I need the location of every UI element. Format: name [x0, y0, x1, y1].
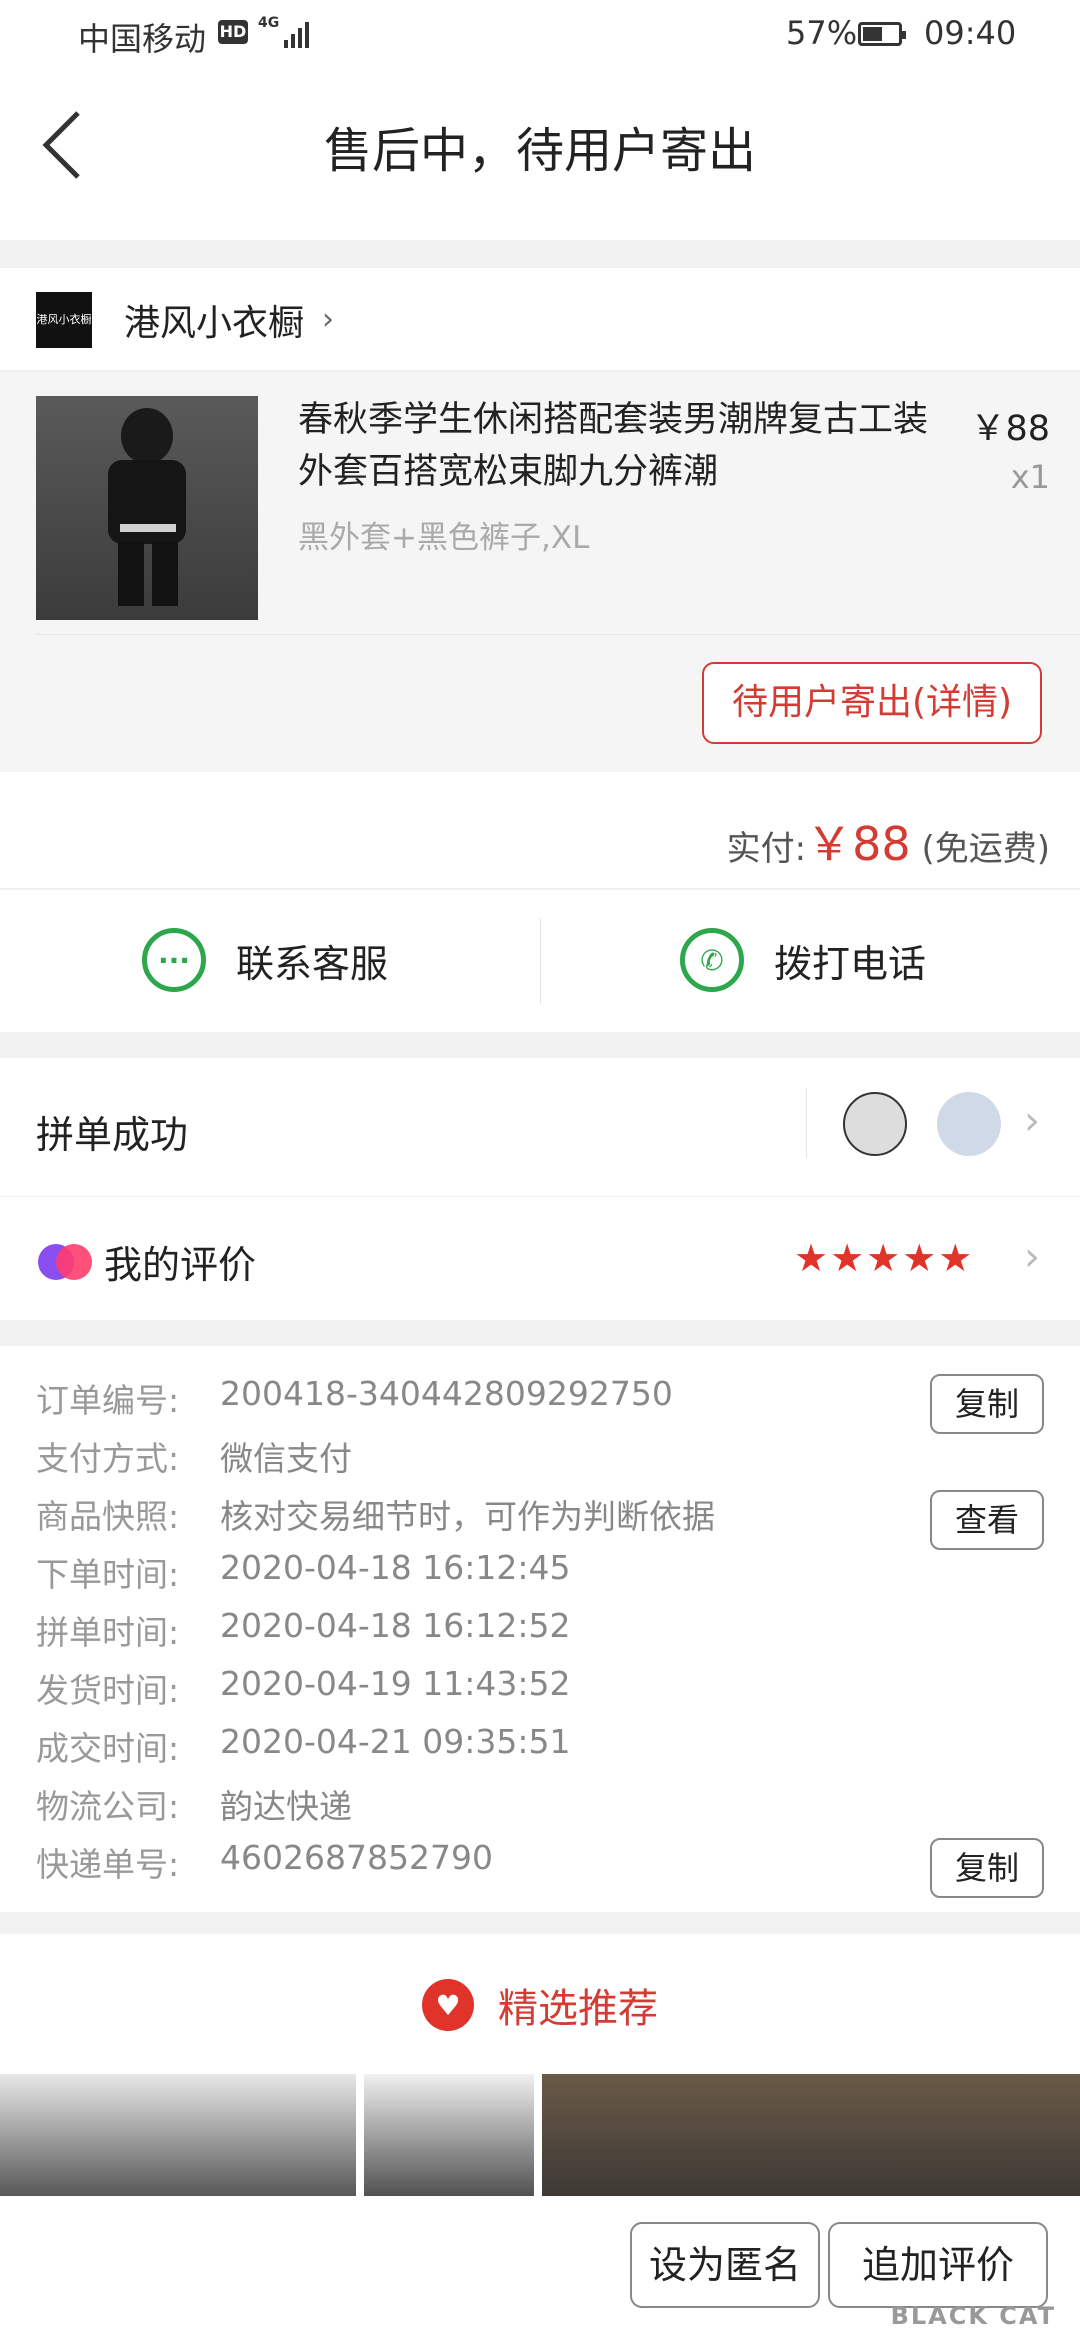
bottom-action-bar: 设为匿名 追加评价 BLACK CAT: [0, 2196, 1080, 2340]
info-value: 核对交易细节时，可作为判断依据: [220, 1497, 715, 1536]
divider: [0, 1196, 1080, 1197]
heart-icon: ♥: [422, 1979, 474, 2031]
product-price: ￥88: [970, 409, 1050, 449]
logistics-company-row: 物流公司: 韵达快递: [36, 1780, 352, 1828]
chevron-right-icon[interactable]: ›: [1024, 1098, 1040, 1144]
info-key: 发货时间:: [36, 1671, 180, 1710]
info-key: 下单时间:: [36, 1555, 180, 1594]
info-key: 支付方式:: [36, 1439, 180, 1478]
divider: [36, 634, 1080, 635]
set-anonymous-button[interactable]: 设为匿名: [630, 2222, 820, 2308]
watermark: BLACK CAT: [890, 2302, 1056, 2330]
recommend-header: ♥ 精选推荐: [0, 1934, 1080, 2074]
my-review-label[interactable]: 我的评价: [104, 1234, 256, 1289]
info-key: 物流公司:: [36, 1787, 180, 1826]
back-button[interactable]: [40, 105, 90, 185]
product-spec: 黑外套+黑色裤子,XL: [298, 520, 590, 556]
copy-order-number-button[interactable]: 复制: [930, 1374, 1044, 1434]
contact-service-button[interactable]: ··· 联系客服: [142, 928, 388, 992]
rating-stars: ★★★★★: [794, 1236, 975, 1280]
goods-card[interactable]: 春秋季学生休闲搭配套装男潮牌复古工装外套百搭宽松束脚九分裤潮 ￥88 x1 黑外…: [0, 372, 1080, 772]
info-key: 拼单时间:: [36, 1613, 180, 1652]
hd-badge: HD: [218, 20, 248, 44]
info-value: 4602687852790: [220, 1838, 493, 1877]
store-name: 港风小衣橱: [124, 303, 305, 344]
tracking-number-row: 快递单号: 4602687852790: [36, 1838, 493, 1886]
group-success-label: 拼单成功: [36, 1113, 189, 1157]
store-logo: 港风小衣橱: [36, 292, 92, 348]
copy-tracking-number-button[interactable]: 复制: [930, 1838, 1044, 1898]
status-bar: 中国移动 HD 4G 57% 09:40: [0, 0, 1080, 75]
group-section: 拼单成功 › 我的评价 ★★★★★ ›: [0, 1058, 1080, 1320]
payment-label: 实付:: [726, 829, 807, 869]
avatar[interactable]: [937, 1092, 1001, 1156]
product-figure-icon: [108, 408, 186, 606]
network-label: 4G: [258, 15, 280, 31]
store-row[interactable]: 港风小衣橱 港风小衣橱 ›: [0, 268, 1080, 371]
order-time-row: 下单时间: 2020-04-18 16:12:45: [36, 1548, 570, 1596]
info-value: 2020-04-18 16:12:52: [220, 1606, 571, 1645]
payment-summary: 实付:￥88 (免运费): [727, 808, 1050, 874]
payment-row: 实付:￥88 (免运费): [0, 772, 1080, 889]
snapshot-row: 商品快照: 核对交易细节时，可作为判断依据: [36, 1490, 715, 1538]
info-value: 2020-04-18 16:12:45: [220, 1548, 571, 1587]
signal-icon: [284, 18, 314, 48]
page-header: 售后中，待用户寄出: [0, 75, 1080, 240]
info-value: 2020-04-21 09:35:51: [220, 1722, 571, 1761]
chat-icon: ···: [142, 928, 206, 992]
recommend-title-wrap: ♥ 精选推荐: [0, 1976, 1080, 2034]
info-key: 订单编号:: [36, 1381, 180, 1420]
ship-time-row: 发货时间: 2020-04-19 11:43:52: [36, 1664, 570, 1712]
chevron-left-icon: [42, 111, 80, 179]
carrier-label: 中国移动: [78, 20, 207, 58]
battery-icon: [858, 22, 906, 46]
info-value: 微信支付: [220, 1439, 352, 1478]
product-quantity: x1: [1010, 458, 1050, 496]
info-value: 韵达快递: [220, 1787, 352, 1826]
order-info: 订单编号: 200418-340442809292750 支付方式: 微信支付 …: [0, 1346, 1080, 1912]
recommend-title: 精选推荐: [498, 1986, 658, 2032]
add-review-button[interactable]: 追加评价: [828, 2222, 1048, 2308]
page-title: 售后中，待用户寄出: [323, 123, 756, 179]
info-key: 成交时间:: [36, 1729, 180, 1768]
order-number-row: 订单编号: 200418-340442809292750: [36, 1374, 673, 1422]
after-sale-status-button[interactable]: 待用户寄出(详情): [702, 662, 1042, 744]
contact-bar: ··· 联系客服 ✆ 拨打电话: [0, 890, 1080, 1032]
avatar[interactable]: [843, 1092, 907, 1156]
battery-percent: 57%: [786, 14, 858, 52]
payment-amount: ￥88: [806, 817, 911, 871]
review-icon: [36, 1242, 96, 1282]
info-key: 快递单号:: [36, 1845, 180, 1884]
payment-method-row: 支付方式: 微信支付: [36, 1432, 352, 1480]
divider: [806, 1088, 807, 1158]
product-image[interactable]: [36, 396, 258, 620]
info-key: 商品快照:: [36, 1497, 180, 1536]
call-label: 拨打电话: [774, 941, 927, 986]
chevron-right-icon[interactable]: ›: [1024, 1234, 1040, 1280]
info-value: 200418-340442809292750: [220, 1374, 673, 1413]
deal-time-row: 成交时间: 2020-04-21 09:35:51: [36, 1722, 570, 1770]
contact-service-label: 联系客服: [236, 941, 389, 986]
product-title: 春秋季学生休闲搭配套装男潮牌复古工装外套百搭宽松束脚九分裤潮: [298, 400, 929, 492]
call-button[interactable]: ✆ 拨打电话: [680, 928, 926, 992]
divider: [540, 918, 541, 1004]
view-snapshot-button[interactable]: 查看: [930, 1490, 1044, 1550]
group-time-row: 拼单时间: 2020-04-18 16:12:52: [36, 1606, 570, 1654]
phone-icon: ✆: [680, 928, 744, 992]
clock: 09:40: [924, 14, 1017, 52]
info-value: 2020-04-19 11:43:52: [220, 1664, 571, 1703]
chevron-right-icon: ›: [322, 302, 334, 337]
shipping-note: (免运费): [921, 829, 1050, 869]
